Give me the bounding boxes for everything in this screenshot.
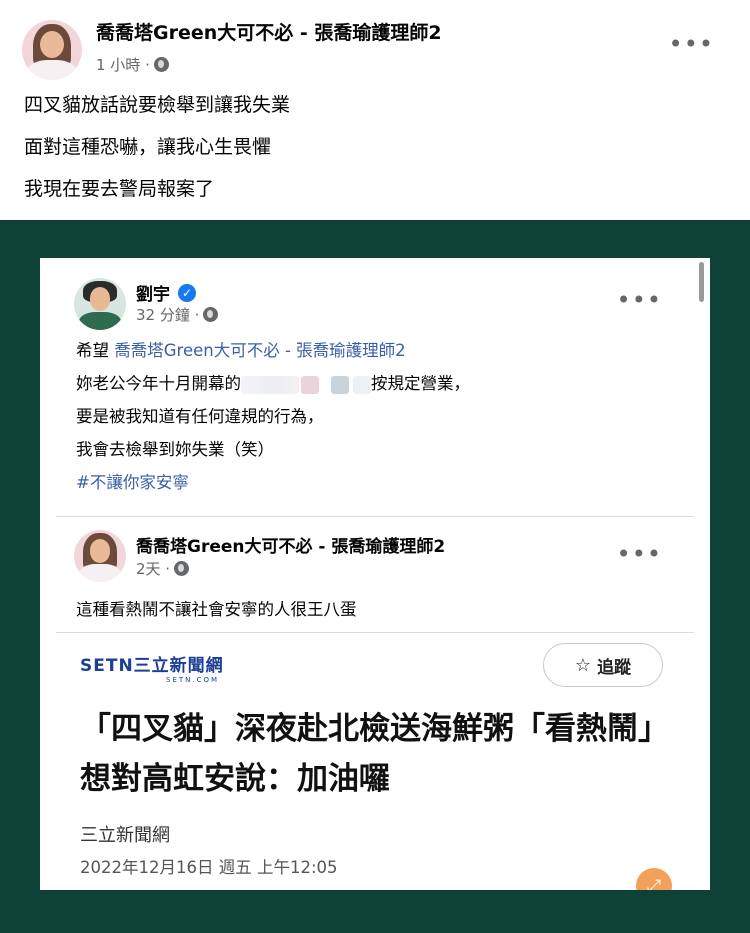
comment-line: 我會去檢舉到妳失業（笑） <box>76 440 274 459</box>
news-logo: SETN三立新聞網 SETN.COM <box>80 656 224 684</box>
post-line: 我現在要去警局報案了 <box>24 178 215 200</box>
globe-icon <box>203 307 219 322</box>
mention-link: 喬喬塔Green大可不必 - 張喬瑜護理師2 <box>114 341 406 360</box>
news-date: 2022年12月16日 週五 上午12:05 <box>80 858 338 877</box>
post-line: 四叉貓放話說要檢舉到讓我失業 <box>24 94 291 116</box>
blurred-text <box>241 375 299 394</box>
star-icon: ☆ <box>574 654 592 676</box>
comment-body: 希望 喬喬塔Green大可不必 - 張喬瑜護理師2 妳老公今年十月開幕的 按規定營… <box>76 340 470 505</box>
news-source: 三立新聞網 <box>80 825 170 846</box>
follow-button: ☆ 追蹤 <box>543 643 663 687</box>
comment-time: 32 分鐘 · <box>136 306 200 324</box>
blurred-text <box>301 375 319 394</box>
author-avatar[interactable] <box>22 20 82 80</box>
embedded-screenshot: 劉宇 ✓ 32 分鐘 · ••• 希望 喬喬塔Green大可不必 - 張喬瑜護理… <box>40 258 710 890</box>
scrollbar <box>699 262 704 302</box>
commenter-avatar <box>74 278 126 330</box>
post-body: 四叉貓放話說要檢舉到讓我失業 面對這種恐嚇，讓我心生畏懼 我現在要去警局報案了 <box>24 92 290 218</box>
blurred-text <box>331 375 349 394</box>
comment-line: 要是被我知道有任何違規的行為， <box>76 407 324 426</box>
post-image[interactable]: 劉宇 ✓ 32 分鐘 · ••• 希望 喬喬塔Green大可不必 - 張喬瑜護理… <box>0 220 750 933</box>
post-meta: 1 小時 · <box>96 54 169 75</box>
follow-label: 追蹤 <box>597 657 632 678</box>
commenter-name: 劉宇 ✓ <box>136 280 196 305</box>
comment-line: 希望 喬喬塔Green大可不必 - 張喬瑜護理師2 <box>76 341 406 360</box>
globe-icon <box>153 57 169 72</box>
post-time[interactable]: 1 小時 · <box>96 54 150 75</box>
author-name[interactable]: 喬喬塔Green大可不必 - 張喬瑜護理師2 <box>96 18 442 45</box>
comment-body: 這種看熱鬧不讓社會安寧的人很王八蛋 <box>76 600 357 619</box>
more-options-icon[interactable]: ••• <box>669 32 714 56</box>
divider <box>56 632 694 633</box>
commenter-name: 喬喬塔Green大可不必 - 張喬瑜護理師2 <box>136 537 446 557</box>
globe-icon <box>174 561 190 576</box>
comment-line: 妳老公今年十月開幕的 按規定營業， <box>76 374 470 394</box>
verified-badge-icon: ✓ <box>178 283 196 302</box>
post-line: 面對這種恐嚇，讓我心生畏懼 <box>24 136 272 158</box>
divider <box>56 516 694 517</box>
post-header: 喬喬塔Green大可不必 - 張喬瑜護理師2 1 小時 · ••• <box>0 0 750 88</box>
comment-meta: 32 分鐘 · <box>136 304 219 325</box>
more-options-icon: ••• <box>616 286 662 314</box>
hashtag-link: #不讓你家安寧 <box>76 473 189 492</box>
share-icon: ⤢ <box>636 868 672 890</box>
comment-meta: 2天 · <box>136 558 190 579</box>
news-headline: 「四叉貓」深夜赴北檢送海鮮粥「看熱鬧」 想對高虹安說：加油囉 <box>80 711 669 797</box>
commenter-avatar <box>74 530 126 582</box>
blurred-text <box>353 375 371 394</box>
comment-time: 2天 · <box>136 560 171 578</box>
more-options-icon: ••• <box>616 540 662 568</box>
